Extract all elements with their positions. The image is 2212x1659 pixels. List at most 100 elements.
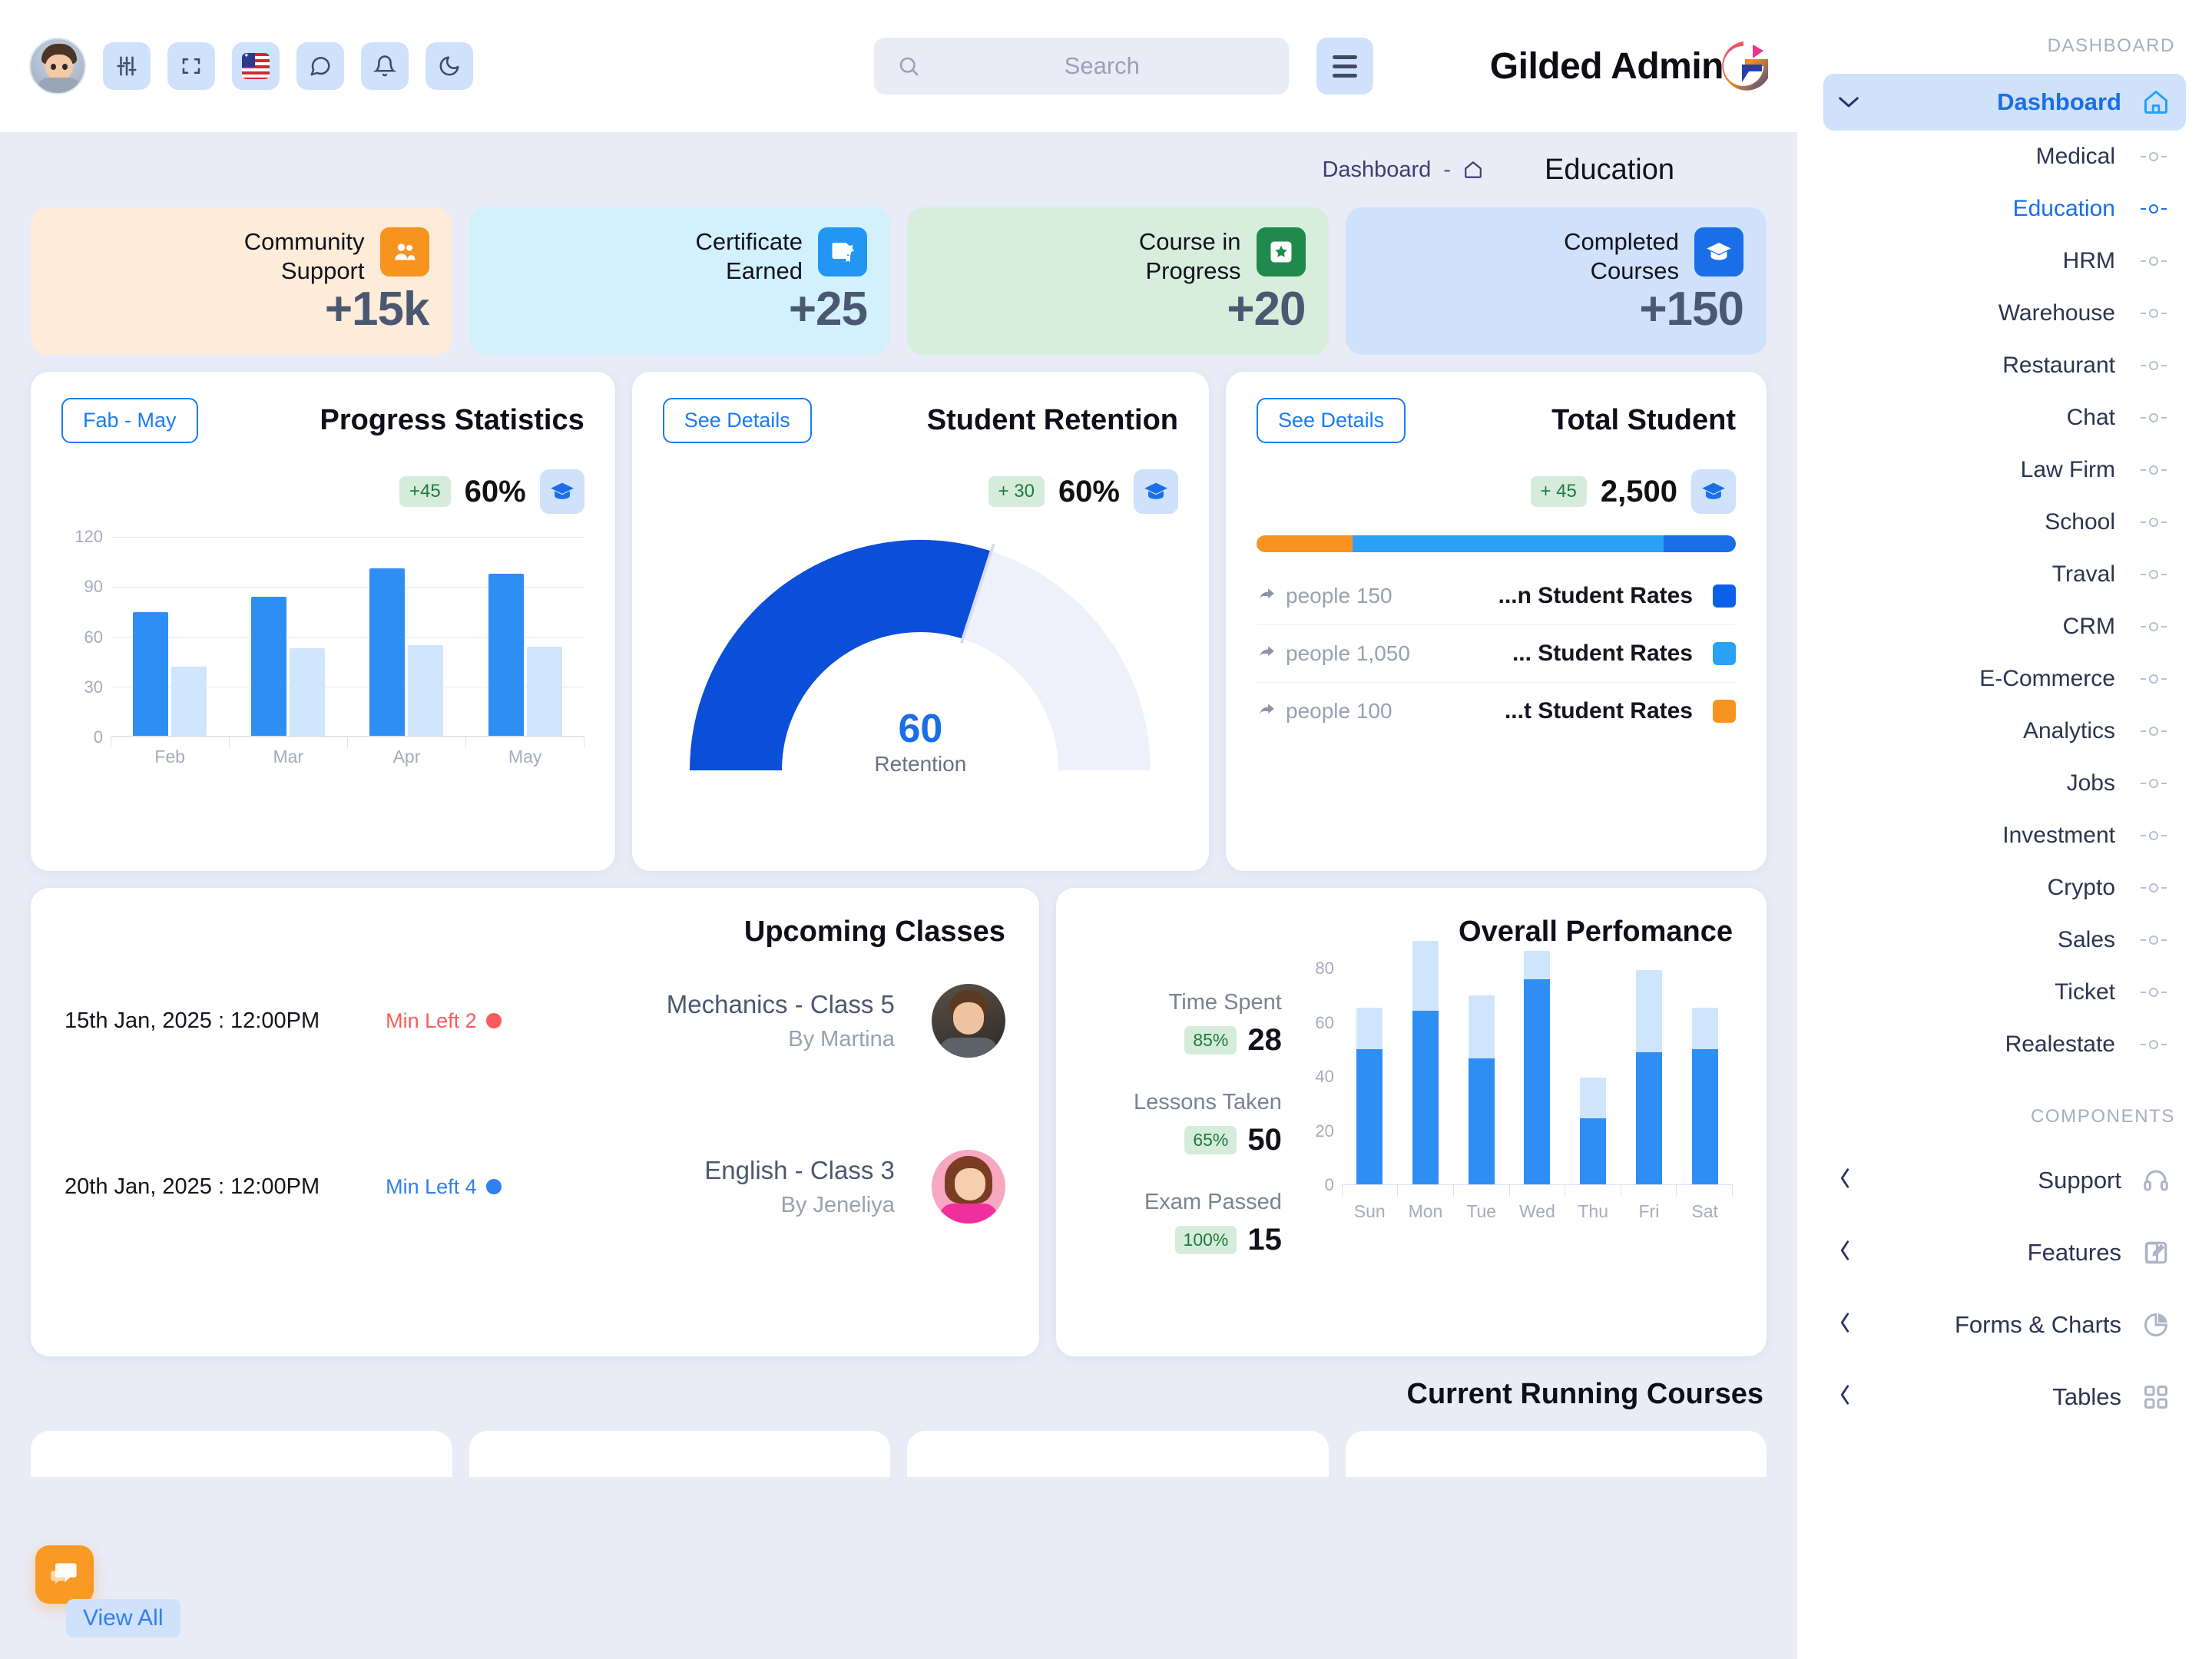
dot-marker-icon [2135,257,2172,266]
sidebar-item-investment[interactable]: Investment [1823,810,2186,862]
chart-bar [251,597,287,737]
list-item[interactable]: 15th Jan, 2025 : 12:00PM Min Left 2 Mech… [65,984,1005,1058]
sidebar-item-chat[interactable]: Chat [1823,392,2186,444]
app-root: Search Gilded Admin [0,0,2212,1659]
current-running-courses-title: Current Running Courses [1406,1378,1763,1410]
x-axis-label: Sat [1691,1201,1718,1221]
bar-segment-upper [1356,1008,1383,1049]
bar-group [1453,969,1509,1185]
sidebar-item-label: Investment [2002,823,2115,848]
y-axis-tick: 90 [84,577,103,597]
bar-segment-upper [1412,941,1439,1012]
chat-bubbles-icon[interactable] [35,1545,94,1604]
user-avatar[interactable] [29,38,86,94]
flag-us-icon[interactable] [232,42,280,90]
bar-segment-lower [1691,1048,1718,1185]
perf-chip: 100% [1174,1226,1237,1254]
perf-label: Time Spent [1168,990,1282,1015]
stacked-bar [1412,941,1439,1185]
bell-icon[interactable] [361,42,409,90]
search-input[interactable]: Search [873,38,1289,94]
stat-card-completed-courses[interactable]: Completed Courses +150 [1345,207,1767,355]
course-card-peek[interactable] [469,1431,890,1477]
stat-card-community-support[interactable]: Community Support +15k [31,207,452,355]
dot-marker-icon [2135,570,2172,579]
rate-label: ...n Student Rates [1498,583,1693,608]
people-count-text: people 150 [1286,584,1392,608]
sidebar-item-hrm[interactable]: HRM [1823,235,2186,287]
stat-card-course-in-progress[interactable]: Course in Progress +20 [907,207,1329,355]
status-dot-icon [485,1179,502,1194]
menu-icon[interactable] [1316,38,1373,94]
share-arrow-icon [1260,646,1274,658]
sidebar-item-warehouse[interactable]: Warehouse [1823,287,2186,339]
people-count: people 100 [1257,699,1392,724]
sidebar-sub-items: Medical Education HRM Warehouse Restaurant Ch… [1823,131,2186,1071]
list-item[interactable]: 20th Jan, 2025 : 12:00PM Min Left 4 Engl… [65,1150,1005,1224]
sidebar-item-forms-charts[interactable]: Forms & Charts [1823,1289,2186,1361]
moon-icon[interactable] [426,42,473,90]
sidebar-item-traval[interactable]: Traval [1823,548,2186,601]
sidebar-item-tables[interactable]: Tables [1823,1361,2186,1433]
table-row[interactable]: people 1,050 ... Student Rates [1257,625,1736,683]
course-card-peek[interactable] [31,1431,452,1477]
perf-label: Lessons Taken [1133,1090,1282,1114]
stat-card-certificate-earned[interactable]: Certificate Earned +25 [469,207,890,355]
sidebar-item-restaurant[interactable]: Restaurant [1823,339,2186,392]
fullscreen-icon[interactable] [167,42,215,90]
fab-may-button[interactable]: Fab - May [61,398,198,443]
progress-bar-chart: 0 30 60 90 120 Feb Mar Apr May [61,527,584,767]
class-min-left-text: Min Left 4 [386,1174,477,1198]
home-icon[interactable] [1463,160,1483,180]
sidebar-item-jobs[interactable]: Jobs [1823,757,2186,810]
view-all-button[interactable]: View All [66,1599,180,1637]
chart-bar [133,611,169,737]
dot-marker-icon [2135,361,2172,370]
sidebar-item-crm[interactable]: CRM [1823,601,2186,653]
dot-marker-icon [2135,622,2172,631]
sidebar-item-education[interactable]: Education [1823,183,2186,235]
stat-value: +15k [324,282,430,336]
see-details-button-total[interactable]: See Details [1257,398,1406,443]
chart-bar [171,667,207,737]
sidebar-item-medical[interactable]: Medical [1823,131,2186,183]
chart-bar [488,573,524,737]
sidebar-item-crypto[interactable]: Crypto [1823,862,2186,914]
bottom-card-row: Upcoming Classes 15th Jan, 2025 : 12:00P… [31,888,1767,1356]
sidebar-item-realestate[interactable]: Realestate [1823,1018,2186,1071]
share-arrow-icon [1260,704,1274,716]
course-card-peek[interactable] [1345,1431,1767,1477]
retention-metric-value: 60% [1058,474,1120,508]
class-datetime: 15th Jan, 2025 : 12:00PM [65,1008,320,1033]
class-datetime: 20th Jan, 2025 : 12:00PM [65,1174,320,1199]
sidebar-item-features[interactable]: Features [1823,1217,2186,1289]
sidebar-item-law-firm[interactable]: Law Firm [1823,444,2186,496]
sidebar-item-ticket[interactable]: Ticket [1823,966,2186,1018]
breadcrumb-separator: - [1443,157,1451,182]
sidebar-item-analytics[interactable]: Analytics [1823,705,2186,757]
see-details-button-retention[interactable]: See Details [662,398,812,443]
breadcrumb[interactable]: Dashboard - [1322,157,1483,183]
page-title: Education [1544,153,1674,186]
sidebar-item-sales[interactable]: Sales [1823,914,2186,966]
table-row[interactable]: people 100 ...t Student Rates [1257,683,1736,740]
home-icon [2140,86,2172,118]
sidebar-item-e-commerce[interactable]: E-Commerce [1823,653,2186,705]
sidebar-section-dashboard: DASHBOARD [2047,35,2175,56]
sidebar-item-school[interactable]: School [1823,496,2186,548]
sliders-icon[interactable] [103,42,151,90]
chart-bar [290,648,326,737]
class-instructor: By Martina [788,1026,895,1051]
breadcrumb-root[interactable]: Dashboard [1322,157,1431,183]
course-card-peek[interactable] [907,1431,1329,1477]
y-axis-tick: 80 [1315,959,1334,978]
sidebar-item-support[interactable]: Support [1823,1144,2186,1217]
sidebar-item-dashboard[interactable]: Dashboard [1823,74,2186,131]
table-row[interactable]: people 150 ...n Student Rates [1257,568,1736,625]
perf-value: 50 [1247,1123,1282,1157]
axis-tick [1397,1185,1453,1197]
retention-gauge-label: Retention [874,752,967,776]
sidebar-item-label: Features [2027,1239,2121,1266]
chat-icon[interactable] [296,42,344,90]
y-axis-tick: 30 [84,677,103,697]
